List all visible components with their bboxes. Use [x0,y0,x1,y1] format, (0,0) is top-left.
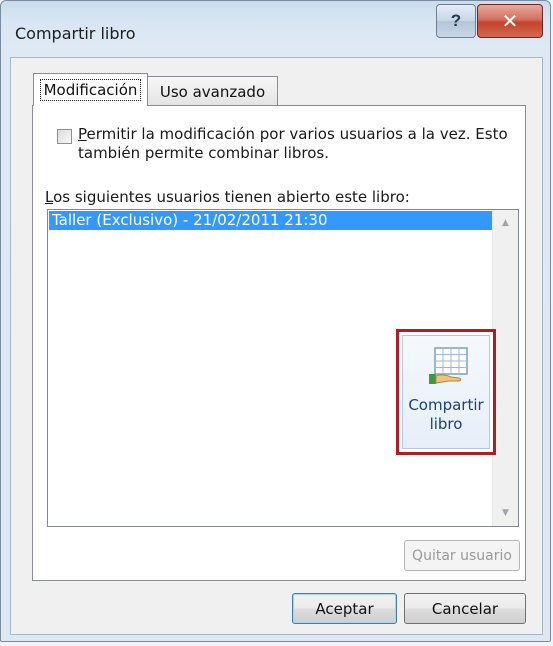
dialog-body: Modificación Uso avanzado Permitir la mo… [10,57,543,635]
dialog-title: Compartir libro [15,24,136,43]
allow-multiuser-label[interactable]: Permitir la modificación por varios usua… [78,125,518,163]
share-workbook-dialog: Compartir libro ? ✕ Modificación Uso ava… [0,0,551,642]
users-list-label: Los siguientes usuarios tienen abierto e… [45,188,410,206]
share-workbook-label-line1: Compartir [408,396,484,414]
allow-multiuser-accesskey: P [78,125,87,143]
allow-multiuser-checkbox[interactable] [57,129,72,144]
close-button[interactable]: ✕ [477,4,543,38]
cancel-button[interactable]: Cancelar [404,593,526,624]
help-icon: ? [450,11,462,30]
remove-user-button[interactable]: Quitar usuario [404,540,520,571]
users-list-label-text: os siguientes usuarios tienen abierto es… [53,188,410,206]
share-workbook-icon [429,347,468,384]
close-icon: ✕ [501,9,519,33]
tab-modificacion[interactable]: Modificación [33,73,148,106]
share-workbook-callout: Compartir libro [396,329,496,455]
list-item[interactable]: Taller (Exclusivo) - 21/02/2011 21:30 [49,211,492,230]
title-bar[interactable]: Compartir libro ? ✕ [1,1,550,56]
tab-modificacion-label: Modificación [39,79,142,101]
share-workbook-label: Compartir libro [403,396,489,434]
scroll-up-icon[interactable]: ▲ [493,212,518,234]
tab-uso-avanzado[interactable]: Uso avanzado [147,76,278,106]
allow-multiuser-text: ermitir la modificación por varios usuar… [78,125,508,162]
share-workbook-button[interactable]: Compartir libro [402,335,490,449]
help-button[interactable]: ? [436,4,476,38]
share-workbook-label-line2: libro [429,415,463,433]
users-list-accesskey: L [45,188,54,206]
tab-panel: Permitir la modificación por varios usua… [32,105,526,581]
tab-uso-avanzado-label: Uso avanzado [159,82,266,101]
scroll-down-icon[interactable]: ▼ [493,502,518,524]
ok-button[interactable]: Aceptar [292,593,397,624]
